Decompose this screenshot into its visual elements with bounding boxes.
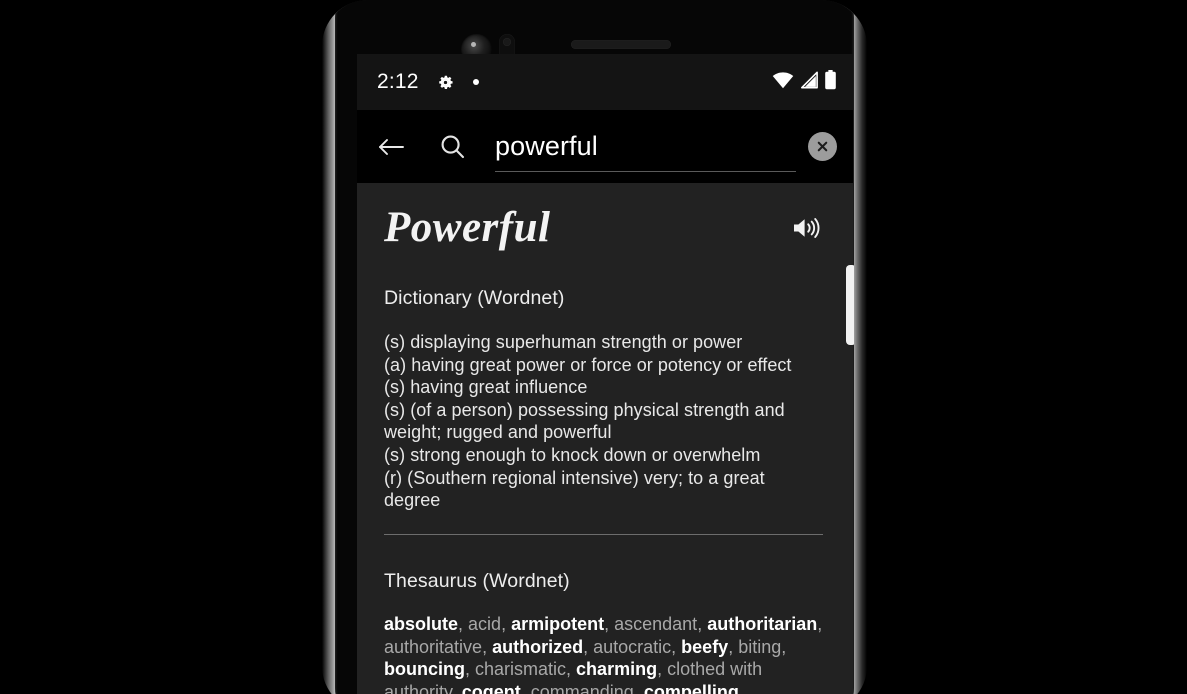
phone-device-frame: 2:12 powerful Powerful Dictionary (Wordn… (322, 0, 867, 694)
entry-content: Powerful Dictionary (Wordnet) (s) displa… (357, 183, 853, 694)
power-button[interactable] (846, 265, 854, 345)
thesaurus-word[interactable]: commanding (531, 682, 634, 694)
definition-line: (s) displaying superhuman strength or po… (384, 332, 743, 352)
thesaurus-word[interactable]: authorized (492, 637, 583, 657)
thesaurus-separator: , (482, 636, 493, 657)
thesaurus-separator: , (817, 614, 823, 635)
search-bar: powerful (357, 110, 853, 183)
thesaurus-separator: , (738, 682, 744, 694)
phone-bezel: 2:12 powerful Powerful Dictionary (Wordn… (335, 0, 854, 694)
definition-line: (s) having great influence (384, 377, 588, 398)
screenshot-root: 2:12 powerful Powerful Dictionary (Wordn… (0, 0, 1187, 694)
thesaurus-word[interactable]: charming (576, 659, 657, 679)
thesaurus-separator: , (464, 659, 475, 680)
notification-dot-icon (472, 79, 479, 85)
thesaurus-word[interactable]: compelling (644, 682, 739, 694)
definition-line: (s) (of a person) possessing physical st… (384, 399, 785, 443)
thesaurus-separator: , (671, 636, 682, 657)
thesaurus-separator: , (657, 659, 668, 680)
definition-line: (s) strong enough to knock down or overw… (384, 444, 761, 465)
thesaurus-separator: , (501, 614, 512, 635)
search-input-underline (495, 170, 796, 172)
search-icon[interactable] (439, 133, 466, 160)
entry-header: Powerful (384, 183, 826, 252)
volume-up-icon[interactable] (790, 214, 826, 242)
thesaurus-word[interactable]: biting (738, 637, 781, 657)
search-input[interactable]: powerful (495, 110, 802, 183)
cellular-icon (799, 71, 819, 94)
status-bar-icons (772, 69, 837, 95)
thesaurus-word[interactable]: beefy (681, 637, 728, 657)
thesaurus-word[interactable]: acid (468, 614, 501, 634)
page-title: Powerful (384, 204, 551, 251)
gear-icon (436, 73, 455, 92)
dictionary-heading: Dictionary (Wordnet) (384, 287, 565, 309)
thesaurus-word[interactable]: charismatic (475, 659, 566, 679)
thesaurus-word[interactable]: armipotent (511, 614, 604, 634)
thesaurus-word[interactable]: cogent (462, 682, 521, 694)
thesaurus-word[interactable]: ascendant (614, 614, 697, 634)
thesaurus-separator: , (583, 636, 594, 657)
thesaurus-separator: , (520, 682, 531, 694)
thesaurus-separator: , (451, 682, 462, 694)
search-input-value: powerful (495, 131, 598, 161)
thesaurus-separator: , (781, 636, 787, 657)
thesaurus-separator: , (458, 614, 469, 635)
thesaurus-word[interactable]: authoritative (384, 637, 482, 657)
thesaurus-word[interactable]: absolute (384, 614, 458, 634)
thesaurus-word[interactable]: autocratic (593, 637, 671, 657)
wifi-icon (772, 71, 794, 94)
thesaurus-separator: , (697, 614, 708, 635)
section-divider (384, 533, 823, 536)
thesaurus-separator: , (604, 614, 615, 635)
thesaurus-word[interactable]: authoritarian (707, 614, 817, 634)
thesaurus-heading: Thesaurus (Wordnet) (384, 570, 570, 593)
back-arrow-icon[interactable] (369, 135, 413, 159)
thesaurus-separator: , (566, 659, 577, 680)
dictionary-definitions: (s) displaying superhuman strength or po… (384, 331, 826, 512)
clear-query-button[interactable] (808, 132, 837, 161)
thesaurus-word[interactable]: bouncing (384, 659, 465, 679)
phone-screen: 2:12 powerful Powerful Dictionary (Wordn… (357, 54, 853, 694)
thesaurus-separator: , (633, 682, 644, 694)
definition-line: (r) (Southern regional intensive) very; … (384, 467, 765, 511)
definition-line: (a) having great power or force or poten… (384, 354, 792, 375)
battery-icon (824, 69, 837, 95)
status-bar: 2:12 (357, 54, 853, 110)
thesaurus-separator: , (728, 636, 739, 657)
status-bar-clock: 2:12 (377, 70, 419, 93)
thesaurus-word-list: absolute, acid, armipotent, ascendant, a… (384, 613, 826, 694)
earpiece-speaker-icon (571, 40, 671, 49)
